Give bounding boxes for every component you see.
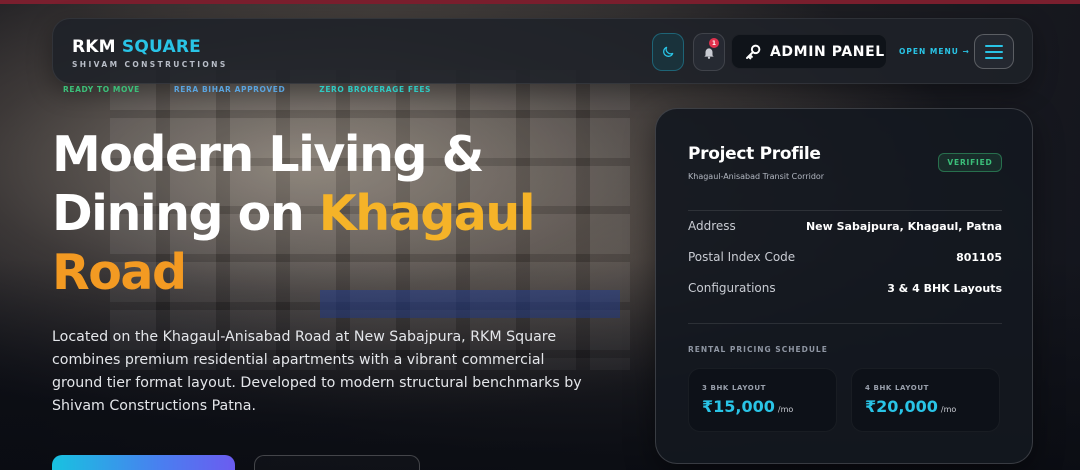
- hamburger-icon-bar: [985, 50, 1003, 53]
- menu-button[interactable]: [974, 34, 1014, 69]
- divider: [688, 210, 1002, 211]
- admin-panel-label: ADMIN PANEL: [770, 43, 885, 60]
- info-row-label: Postal Index Code: [688, 250, 796, 264]
- hero-description: Located on the Khagaul-Anisabad Road at …: [52, 329, 582, 414]
- price-caption: 3 BHK LAYOUT: [702, 384, 766, 392]
- notification-count-badge: 1: [709, 38, 719, 48]
- info-row-value: 3 & 4 BHK Layouts: [887, 281, 1002, 295]
- price-tile-4bhk: 4 BHK LAYOUT ₹20,000 /mo: [851, 368, 1000, 432]
- hero-title-line2: Dining on: [52, 185, 319, 242]
- hero-title-line1: Modern Living &: [52, 126, 484, 183]
- price-caption: 4 BHK LAYOUT: [865, 384, 929, 392]
- brand-tagline: SHIVAM CONSTRUCTIONS: [72, 60, 228, 69]
- project-profile-card: Project Profile Khagaul-Anisabad Transit…: [655, 108, 1033, 464]
- hamburger-icon-bar: [985, 44, 1003, 47]
- price-value: ₹15,000: [702, 397, 775, 416]
- primary-cta-button[interactable]: [52, 455, 235, 470]
- brand-name-primary: RKM: [72, 37, 116, 57]
- tag-ready-to-move: READY TO MOVE: [63, 85, 140, 94]
- moon-icon: [663, 46, 674, 57]
- price-unit: /mo: [777, 405, 794, 414]
- card-subtitle: Khagaul-Anisabad Transit Corridor: [688, 172, 825, 181]
- info-row-value: 801105: [956, 250, 1002, 264]
- divider: [688, 323, 1002, 324]
- brand-name: RKM SQUARE: [72, 37, 228, 57]
- tag-rera-approved: RERA BIHAR APPROVED: [173, 85, 286, 94]
- price-value: ₹20,000: [865, 397, 938, 416]
- key-icon: [746, 44, 761, 59]
- notifications-button[interactable]: 1: [693, 33, 725, 71]
- brand-logo[interactable]: RKM SQUARE SHIVAM CONSTRUCTIONS: [72, 37, 228, 69]
- hero-title-line3: Road: [52, 244, 187, 301]
- info-row-label: Configurations: [688, 281, 776, 295]
- price-line: ₹20,000 /mo: [865, 397, 956, 416]
- feature-tags: READY TO MOVE RERA BIHAR APPROVED ZERO B…: [63, 85, 431, 94]
- price-tile-3bhk: 3 BHK LAYOUT ₹15,000 /mo: [688, 368, 837, 432]
- card-title: Project Profile: [688, 144, 821, 164]
- site-header: RKM SQUARE SHIVAM CONSTRUCTIONS 1 ADMIN …: [52, 18, 1033, 84]
- tag-zero-brokerage: ZERO BROKERAGE FEES: [319, 85, 432, 94]
- hamburger-icon-bar: [985, 56, 1003, 59]
- price-unit: /mo: [940, 405, 957, 414]
- secondary-cta-button[interactable]: [254, 455, 420, 470]
- theme-toggle-button[interactable]: [652, 33, 684, 71]
- admin-panel-button[interactable]: ADMIN PANEL: [731, 34, 887, 69]
- info-row-label: Address: [688, 219, 736, 233]
- top-accent-strip: [0, 0, 1080, 4]
- hero-title: Modern Living & Dining on Khagaul Road: [52, 125, 612, 302]
- rental-schedule-label: RENTAL PRICING SCHEDULE: [688, 345, 828, 354]
- info-row-configurations: Configurations 3 & 4 BHK Layouts: [688, 279, 1002, 297]
- hero-title-highlight: Khagaul: [318, 185, 536, 242]
- info-row-address: Address New Sabajpura, Khagaul, Patna: [688, 217, 1002, 235]
- open-menu-link[interactable]: OPEN MENU →: [899, 47, 970, 56]
- price-line: ₹15,000 /mo: [702, 397, 793, 416]
- brand-name-accent: SQUARE: [121, 37, 201, 57]
- info-row-postal-code: Postal Index Code 801105: [688, 248, 1002, 266]
- verified-badge: VERIFIED: [938, 153, 1002, 172]
- info-row-value: New Sabajpura, Khagaul, Patna: [805, 219, 1002, 233]
